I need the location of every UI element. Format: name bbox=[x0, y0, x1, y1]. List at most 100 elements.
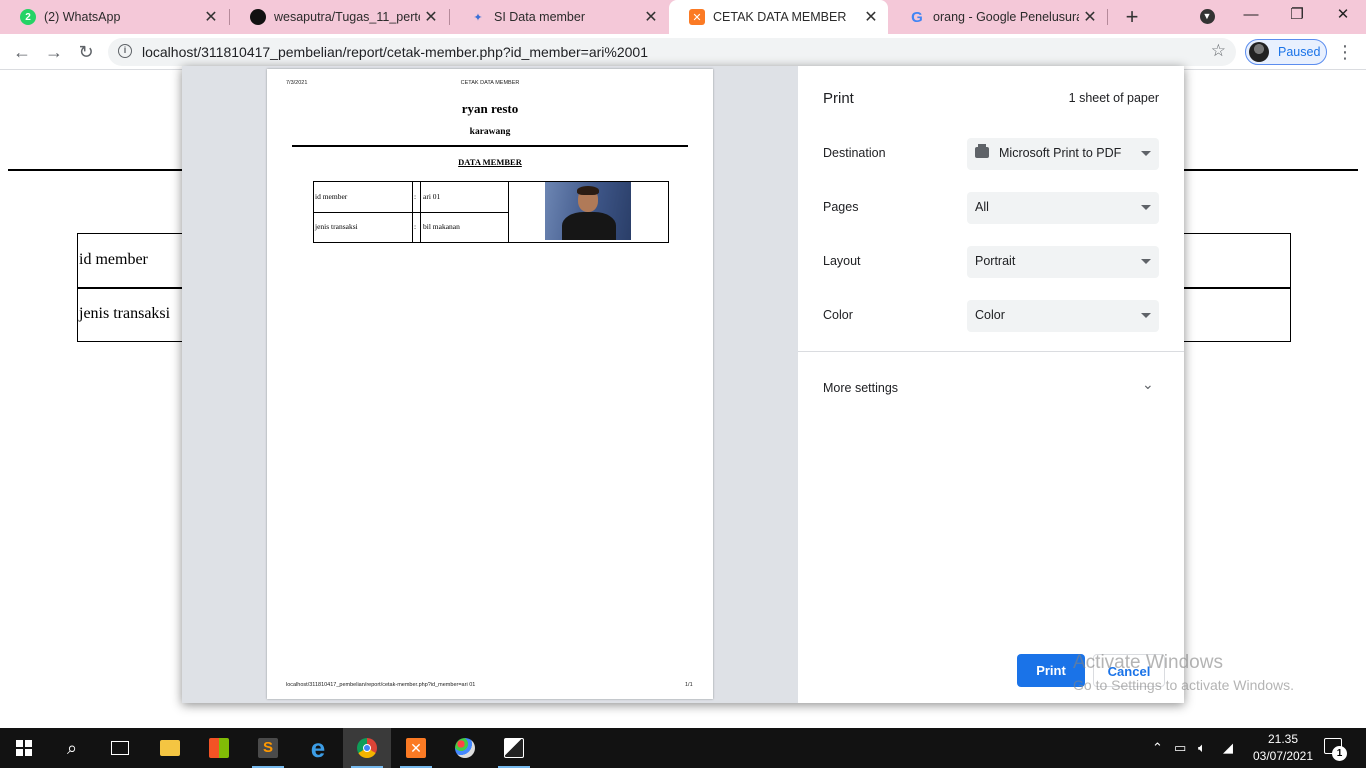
system-clock[interactable]: 21.35 03/07/2021 bbox=[1248, 731, 1318, 765]
photo-hair bbox=[577, 186, 599, 195]
tab-strip: 2 (2) WhatsApp ✕ wesaputra/Tugas_11_pert… bbox=[0, 0, 1366, 34]
edge-icon[interactable]: e bbox=[294, 728, 342, 768]
destination-label: Destination bbox=[823, 146, 886, 160]
dialog-title: Print bbox=[823, 90, 854, 107]
close-icon[interactable]: ✕ bbox=[640, 7, 662, 27]
table-cell-label: id member bbox=[79, 251, 148, 268]
new-tab-button[interactable]: + bbox=[1118, 3, 1146, 31]
more-settings-toggle[interactable]: More settings bbox=[823, 381, 898, 395]
tab-title: wesaputra/Tugas_11_pertemuan bbox=[274, 10, 420, 24]
tab-title: (2) WhatsApp bbox=[44, 10, 121, 24]
tab-whatsapp[interactable]: 2 (2) WhatsApp ✕ bbox=[0, 0, 228, 34]
xampp-icon: ✕ bbox=[689, 9, 705, 25]
layout-value: Portrait bbox=[975, 254, 1016, 268]
chevron-down-icon bbox=[1141, 205, 1151, 210]
color-label: Color bbox=[823, 308, 853, 322]
store-icon[interactable] bbox=[195, 728, 243, 768]
org-city: karawang bbox=[469, 127, 511, 137]
print-settings-panel: Print 1 sheet of paper Destination Micro… bbox=[798, 66, 1184, 703]
photo-body bbox=[562, 212, 616, 240]
close-icon[interactable]: ✕ bbox=[860, 7, 882, 27]
address-bar[interactable]: i localhost/311810417_pembelian/report/c… bbox=[108, 38, 1236, 66]
close-icon[interactable]: ✕ bbox=[1079, 7, 1101, 27]
network-icon[interactable]: ◢ bbox=[1223, 728, 1233, 768]
url-text[interactable]: localhost/311810417_pembelian/report/cet… bbox=[142, 44, 648, 60]
taskbar: ⌕ S e ✕ ⌃ ▭ 🔈︎ ◢ 21.35 03/07/2021 1 bbox=[0, 728, 1366, 768]
tab-si-data-member[interactable]: ✦ SI Data member ✕ bbox=[450, 0, 668, 34]
tab-cetak-data-member[interactable]: ✕ CETAK DATA MEMBER ✕ bbox=[669, 0, 888, 34]
tab-separator bbox=[1107, 9, 1108, 25]
info-icon[interactable]: i bbox=[118, 44, 132, 58]
layout-select[interactable]: Portrait bbox=[967, 246, 1159, 278]
close-icon[interactable]: ✕ bbox=[420, 7, 442, 27]
whatsapp-icon: 2 bbox=[20, 9, 36, 25]
profile-status: Paused bbox=[1278, 45, 1321, 59]
photos-icon[interactable] bbox=[490, 728, 538, 768]
print-preview-area: 7/3/2021 CETAK DATA MEMBER ryan resto ka… bbox=[182, 66, 798, 703]
browser-toolbar: ← → ↻ i localhost/311810417_pembelian/re… bbox=[0, 34, 1366, 70]
table-cell-label: jenis transaksi bbox=[79, 305, 171, 322]
color-select[interactable]: Color bbox=[967, 300, 1159, 332]
show-hidden-icons[interactable]: ⌃ bbox=[1152, 728, 1163, 768]
close-icon[interactable]: ✕ bbox=[200, 7, 222, 27]
tab-title: SI Data member bbox=[494, 10, 586, 24]
github-icon bbox=[250, 9, 266, 25]
activate-windows-title: Activate Windows bbox=[1073, 652, 1223, 673]
sheet-count: 1 sheet of paper bbox=[1068, 91, 1159, 105]
tab-title: CETAK DATA MEMBER bbox=[713, 10, 847, 24]
minimize-button[interactable]: — bbox=[1228, 0, 1274, 30]
restore-button[interactable]: ❐ bbox=[1274, 0, 1320, 30]
clock-time: 21.35 bbox=[1267, 732, 1299, 746]
chrome-icon[interactable] bbox=[343, 728, 391, 768]
tab-search-icon[interactable]: ▼ bbox=[1184, 0, 1230, 30]
chevron-down-icon[interactable]: ⌄ bbox=[1142, 376, 1154, 393]
print-header-title: CETAK DATA MEMBER bbox=[460, 80, 520, 86]
site-icon: ✦ bbox=[473, 11, 483, 24]
table-cell-value: ari 01 bbox=[423, 192, 441, 201]
sublime-text-icon[interactable]: S bbox=[244, 728, 292, 768]
chevron-down-icon bbox=[1141, 259, 1151, 264]
bookmark-star-icon[interactable]: ☆ bbox=[1211, 41, 1226, 61]
file-explorer-icon[interactable] bbox=[146, 728, 194, 768]
print-dialog: 7/3/2021 CETAK DATA MEMBER ryan resto ka… bbox=[182, 66, 1184, 703]
google-icon: G bbox=[911, 8, 923, 26]
chevron-down-icon bbox=[1141, 313, 1151, 318]
battery-icon[interactable]: ▭ bbox=[1174, 728, 1186, 768]
table-cell-sep: : bbox=[414, 222, 417, 231]
start-button[interactable] bbox=[0, 728, 48, 768]
back-icon[interactable]: ← bbox=[8, 38, 36, 66]
menu-icon[interactable]: ⋮ bbox=[1336, 42, 1354, 63]
tab-github[interactable]: wesaputra/Tugas_11_pertemuan ✕ bbox=[230, 0, 448, 34]
close-window-button[interactable]: ✕ bbox=[1320, 0, 1366, 30]
table-cell-sep: : bbox=[414, 192, 417, 201]
paint-icon[interactable] bbox=[441, 728, 489, 768]
profile-button[interactable]: Paused bbox=[1245, 39, 1327, 65]
layout-label: Layout bbox=[823, 254, 861, 268]
member-photo bbox=[545, 182, 631, 240]
printer-icon bbox=[975, 144, 989, 158]
table-row-line bbox=[314, 212, 509, 213]
table-cell-label: id member bbox=[315, 192, 348, 201]
pages-value: All bbox=[975, 200, 989, 214]
xampp-taskbar-icon[interactable]: ✕ bbox=[392, 728, 440, 768]
task-view-icon[interactable] bbox=[96, 728, 144, 768]
volume-icon[interactable]: 🔈︎ bbox=[1198, 728, 1206, 768]
preview-member-table: id member : ari 01 jenis transaksi : bil… bbox=[313, 181, 669, 243]
windows-icon bbox=[16, 740, 32, 756]
search-icon[interactable]: ⌕ bbox=[48, 728, 96, 768]
pages-label: Pages bbox=[823, 200, 859, 214]
tab-title: orang - Google Penelusuran bbox=[933, 10, 1079, 24]
activate-windows-subtitle: Go to Settings to activate Windows. bbox=[1073, 677, 1294, 693]
print-footer-url: localhost/311810417_pembelian/report/cet… bbox=[286, 682, 476, 688]
table-cell-label: jenis transaksi bbox=[315, 222, 358, 231]
destination-select[interactable]: Microsoft Print to PDF bbox=[967, 138, 1159, 170]
tab-google-search[interactable]: G orang - Google Penelusuran ✕ bbox=[889, 0, 1107, 34]
section-title: DATA MEMBER bbox=[458, 157, 522, 167]
org-name: ryan resto bbox=[461, 101, 519, 116]
pages-select[interactable]: All bbox=[967, 192, 1159, 224]
forward-icon[interactable]: → bbox=[40, 38, 68, 66]
settings-divider bbox=[798, 351, 1184, 352]
sheet-divider bbox=[292, 145, 688, 147]
reload-icon[interactable]: ↻ bbox=[72, 38, 100, 66]
avatar bbox=[1249, 42, 1269, 62]
